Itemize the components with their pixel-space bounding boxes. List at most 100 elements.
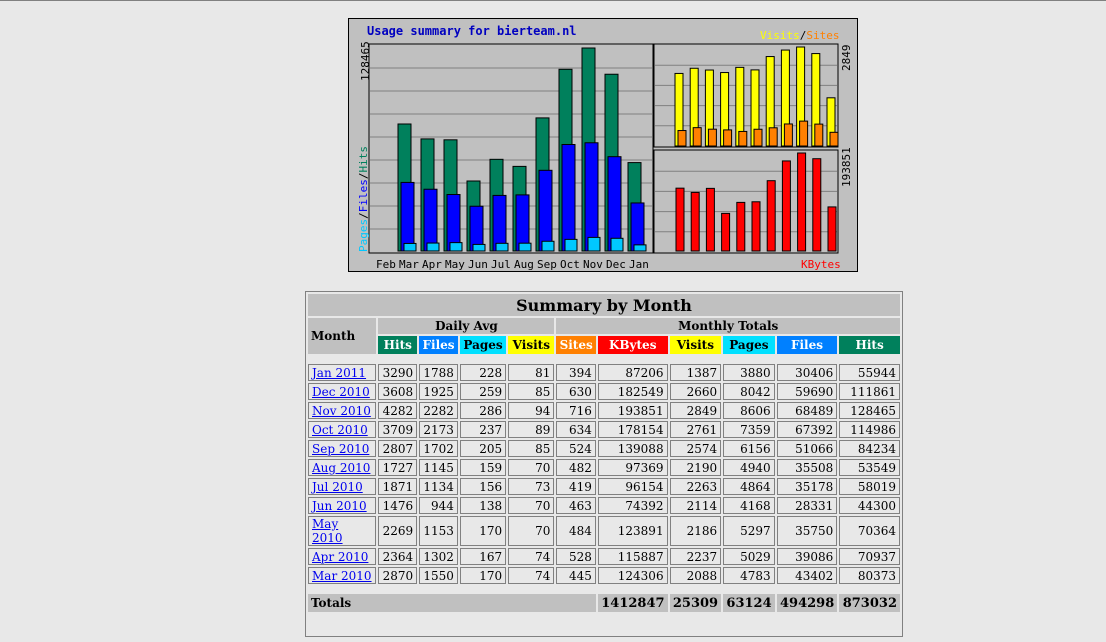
kbytes-bar — [812, 158, 822, 252]
cell-kbytes: 74392 — [597, 497, 668, 514]
sites-bar — [707, 128, 717, 147]
sites-bar — [814, 123, 824, 147]
month-link[interactable]: Sep 2010 — [312, 442, 369, 456]
month-label: Aug — [514, 258, 534, 271]
cell-d-pages: 170 — [459, 516, 507, 546]
cell-d-visits: 70 — [508, 497, 555, 514]
cell-hits: 128465 — [839, 402, 900, 419]
summary-table: Summary by Month Month Daily Avg Monthly… — [306, 292, 902, 614]
monthly-totals-header: Monthly Totals — [556, 318, 900, 334]
files-bar — [607, 156, 622, 252]
pages-bar — [426, 242, 440, 252]
cell-visits: 2263 — [669, 478, 722, 495]
cell-sites: 524 — [556, 440, 596, 457]
kbytes-max-label: 193851 — [840, 147, 853, 187]
cell-files: 51066 — [776, 440, 838, 457]
cell-d-visits: 74 — [508, 548, 555, 565]
cell-hits: 53549 — [839, 459, 900, 476]
legend-visits: Visits — [760, 29, 800, 42]
cell-visits: 2114 — [669, 497, 722, 514]
cell-d-files: 2282 — [419, 402, 458, 419]
cell-hits: 70364 — [839, 516, 900, 546]
cell-d-pages: 205 — [459, 440, 507, 457]
cell-d-visits: 70 — [508, 516, 555, 546]
month-cell: Apr 2010 — [308, 548, 377, 565]
legend-slash: / — [357, 212, 370, 219]
month-link[interactable]: Aug 2010 — [312, 461, 370, 475]
month-label: Oct — [560, 258, 580, 271]
table-row: Jun 2010 1476 944 138 70 463 74392 2114 4168 2833… — [308, 497, 900, 514]
kbytes-bar — [675, 187, 685, 252]
cell-d-files: 1925 — [419, 383, 458, 400]
cell-sites: 482 — [556, 459, 596, 476]
cell-kbytes: 178154 — [597, 421, 668, 438]
kbytes-bar — [766, 180, 776, 252]
month-label: Sep — [537, 258, 557, 271]
month-axis-labels: Feb Mar Apr May Jun Jul Aug Sep Oct Nov Dec Jan — [376, 258, 649, 271]
cell-pages: 4168 — [723, 497, 775, 514]
month-link[interactable]: Oct 2010 — [312, 423, 368, 437]
cell-kbytes: 193851 — [597, 402, 668, 419]
files-bar — [400, 181, 415, 252]
cell-hits: 114986 — [839, 421, 900, 438]
visits-max-label: 2849 — [840, 45, 853, 72]
kbytes-bar — [781, 160, 791, 252]
files-bar — [584, 142, 599, 252]
cell-files: 30406 — [776, 364, 838, 381]
cell-pages: 4940 — [723, 459, 775, 476]
cell-files: 39086 — [776, 548, 838, 565]
files-bar — [423, 188, 438, 252]
month-link[interactable]: May 2010 — [312, 517, 343, 545]
col-kbytes: KBytes — [597, 336, 668, 354]
month-link[interactable]: Jul 2010 — [312, 480, 363, 494]
legend-slash: / — [357, 173, 370, 180]
cell-d-visits: 89 — [508, 421, 555, 438]
month-link[interactable]: Jun 2010 — [312, 499, 367, 513]
month-link[interactable]: Jan 2011 — [312, 366, 366, 380]
month-link[interactable]: Dec 2010 — [312, 385, 370, 399]
cell-hits: 80373 — [839, 567, 900, 584]
kbytes-bar — [721, 212, 731, 252]
cell-files: 68489 — [776, 402, 838, 419]
files-bar — [515, 194, 530, 252]
cell-visits: 2849 — [669, 402, 722, 419]
month-label: Nov — [583, 258, 603, 271]
cell-kbytes: 124306 — [597, 567, 668, 584]
col-sites: Sites — [556, 336, 596, 354]
month-label: Jul — [491, 258, 511, 271]
sites-bar — [768, 127, 778, 147]
cell-d-hits: 4282 — [378, 402, 418, 419]
cell-pages: 8042 — [723, 383, 775, 400]
cell-d-visits: 73 — [508, 478, 555, 495]
cell-kbytes: 97369 — [597, 459, 668, 476]
month-link[interactable]: Nov 2010 — [312, 404, 371, 418]
cell-visits: 2190 — [669, 459, 722, 476]
cell-d-files: 1550 — [419, 567, 458, 584]
cell-d-visits: 74 — [508, 567, 555, 584]
month-link[interactable]: Apr 2010 — [312, 550, 368, 564]
month-label: May — [445, 258, 465, 271]
cell-pages: 7359 — [723, 421, 775, 438]
cell-hits: 58019 — [839, 478, 900, 495]
sites-bar — [692, 127, 702, 147]
col-daily-visits: Visits — [508, 336, 555, 354]
cell-pages: 4864 — [723, 478, 775, 495]
legend-hits: Hits — [357, 146, 370, 173]
kbytes-bar — [797, 152, 807, 252]
cell-sites: 484 — [556, 516, 596, 546]
cell-d-pages: 286 — [459, 402, 507, 419]
summary-table-container: Summary by Month Month Daily Avg Monthly… — [305, 291, 903, 637]
month-cell: Sep 2010 — [308, 440, 377, 457]
cell-visits: 2186 — [669, 516, 722, 546]
month-label: Jan — [629, 258, 649, 271]
usage-graph: Usage summary for bierteam.nl Feb Mar Apr M… — [348, 18, 858, 272]
table-row: Mar 2010 2870 1550 170 74 445 124306 2088 4783 43… — [308, 567, 900, 584]
cell-sites: 716 — [556, 402, 596, 419]
table-row: Apr 2010 2364 1302 167 74 528 115887 2237 5029 39… — [308, 548, 900, 565]
month-link[interactable]: Mar 2010 — [312, 569, 372, 583]
pages-bar — [633, 244, 647, 252]
month-cell: Dec 2010 — [308, 383, 377, 400]
cell-files: 35508 — [776, 459, 838, 476]
sites-bar — [799, 120, 809, 147]
total-kbytes: 1412847 — [597, 594, 668, 612]
